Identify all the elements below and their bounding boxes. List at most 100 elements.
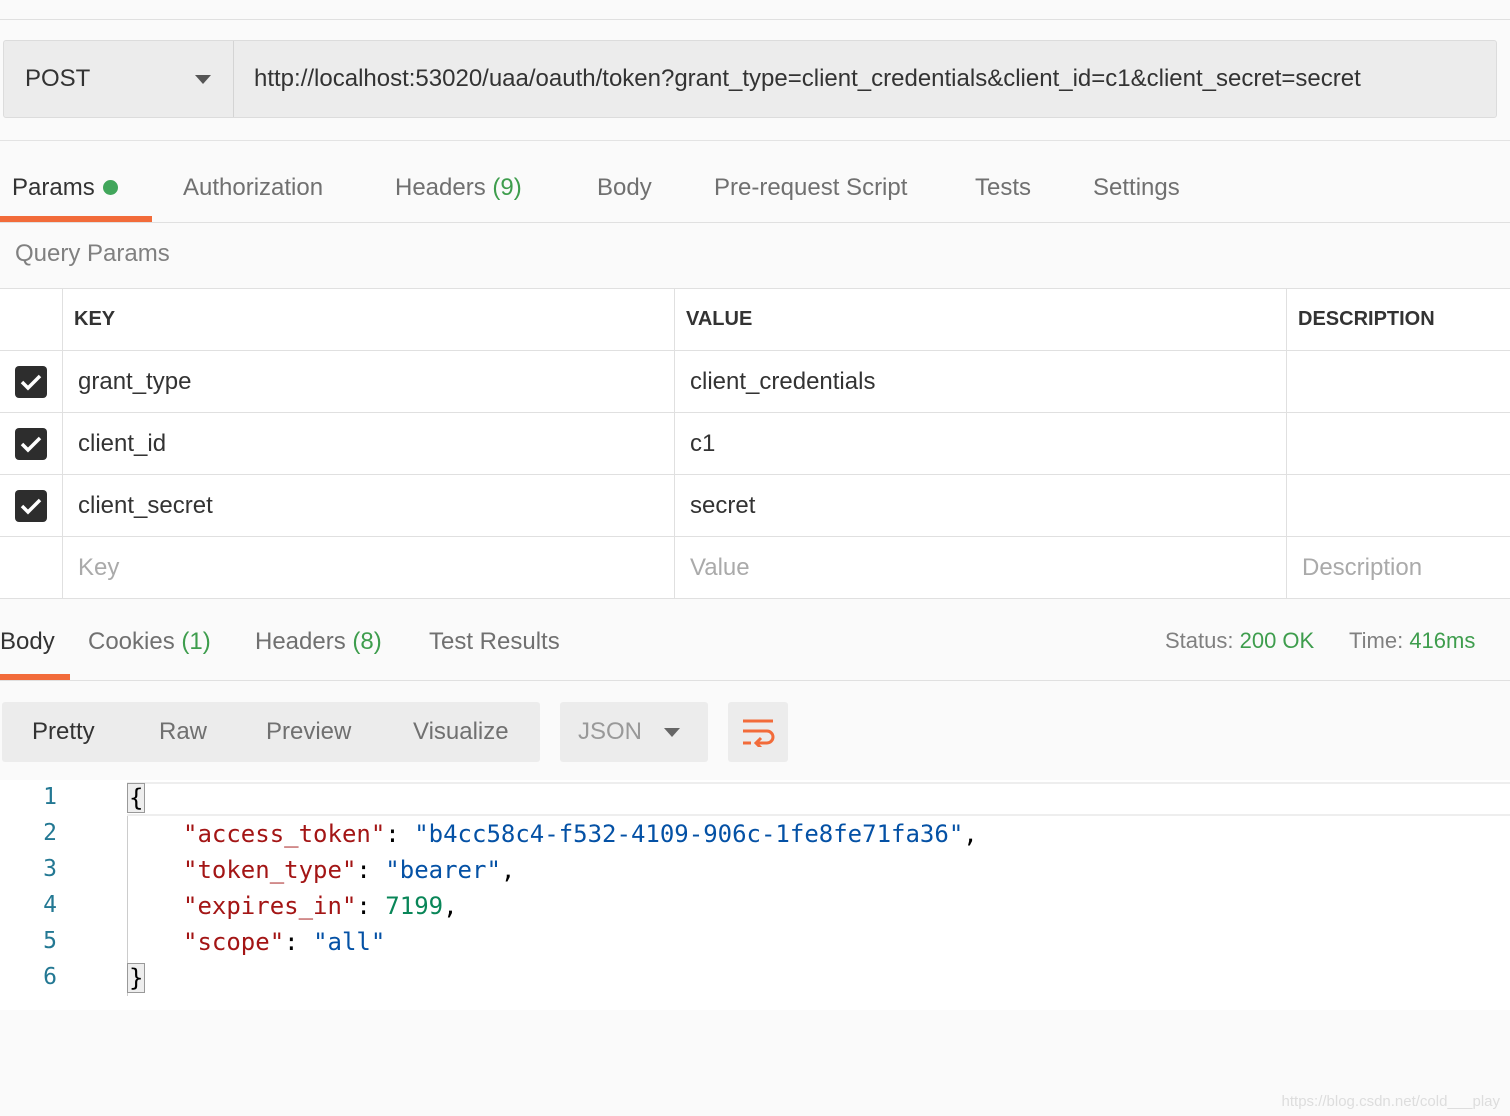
- param-value[interactable]: c1: [675, 413, 1287, 474]
- tab-prerequest-script[interactable]: Pre-request Script: [714, 160, 907, 216]
- param-key[interactable]: grant_type: [63, 351, 675, 412]
- json-comma: ,: [500, 856, 516, 884]
- tab-settings[interactable]: Settings: [1093, 160, 1180, 216]
- tab-params-label: Params: [12, 174, 95, 201]
- tab-cookies-label: Cookies: [88, 628, 175, 655]
- wrap-lines-icon: [743, 719, 775, 747]
- status-label: Status:: [1165, 628, 1234, 653]
- current-line-highlight: [127, 782, 1510, 816]
- param-description[interactable]: [1287, 475, 1510, 536]
- param-description[interactable]: [1287, 351, 1510, 412]
- code-line: "access_token": "b4cc58c4-f532-4109-906c…: [183, 820, 978, 848]
- active-tab-underline: [0, 674, 70, 680]
- wrap-lines-button[interactable]: [728, 702, 788, 762]
- format-label: JSON: [578, 718, 643, 745]
- code-line: }: [127, 963, 146, 993]
- chevron-down-icon: [664, 728, 680, 737]
- active-indicator-icon: [102, 179, 118, 195]
- tab-params[interactable]: Params: [12, 160, 118, 216]
- table-header-row: KEY VALUE DESCRIPTION: [0, 289, 1510, 351]
- view-preview-button[interactable]: Preview: [266, 702, 351, 762]
- tab-authorization[interactable]: Authorization: [183, 160, 323, 216]
- json-value: "bearer": [385, 856, 501, 884]
- new-description-input[interactable]: Description: [1287, 537, 1510, 598]
- checkmark-icon: [20, 374, 42, 390]
- url-input[interactable]: http://localhost:53020/uaa/oauth/token?g…: [234, 41, 1496, 117]
- status-value: 200 OK: [1239, 628, 1315, 653]
- json-value: "all": [313, 928, 386, 956]
- json-comma: ,: [443, 892, 458, 920]
- response-body-editor[interactable]: 1 2 3 4 5 6 { "access_token": "b4cc58c4-…: [0, 780, 1510, 1010]
- tab-response-headers[interactable]: Headers (8): [255, 628, 382, 656]
- top-bar: [0, 0, 1510, 20]
- tab-cookies[interactable]: Cookies (1): [88, 628, 211, 656]
- header-checkbox-cell: [0, 289, 63, 350]
- tab-cookies-count: (1): [181, 628, 211, 655]
- tab-response-body[interactable]: Body: [0, 628, 55, 656]
- table-row: client_secret secret: [0, 475, 1510, 537]
- header-description: DESCRIPTION: [1298, 308, 1435, 330]
- header-key: KEY: [63, 289, 675, 350]
- format-select[interactable]: JSON: [560, 702, 708, 762]
- time-readout: Time: 416ms: [1349, 628, 1475, 654]
- table-row: client_id c1: [0, 413, 1510, 475]
- method-label: POST: [25, 65, 91, 92]
- request-tabs: Params Authorization Headers (9) Body Pr…: [0, 160, 1510, 223]
- tab-headers-count: (9): [492, 174, 522, 201]
- row-checkbox[interactable]: [15, 365, 47, 398]
- code-line: "expires_in": 7199,: [183, 892, 458, 920]
- tab-headers[interactable]: Headers (9): [395, 160, 522, 216]
- view-pretty-button[interactable]: Pretty: [32, 702, 95, 762]
- new-key-input[interactable]: Key: [63, 537, 675, 598]
- param-description[interactable]: [1287, 413, 1510, 474]
- view-raw-button[interactable]: Raw: [159, 702, 207, 762]
- view-visualize-button[interactable]: Visualize: [413, 702, 509, 762]
- new-value-input[interactable]: Value: [675, 537, 1287, 598]
- code-line: "token_type": "bearer",: [183, 856, 516, 884]
- tab-response-headers-count: (8): [352, 628, 382, 655]
- params-table: KEY VALUE DESCRIPTION grant_type client_…: [0, 288, 1510, 599]
- tab-headers-label: Headers: [395, 174, 486, 201]
- method-select[interactable]: POST: [4, 41, 234, 117]
- checkbox-cell: [0, 351, 63, 412]
- line-number: 1: [43, 784, 57, 810]
- param-value[interactable]: secret: [675, 475, 1287, 536]
- header-value: VALUE: [675, 289, 1287, 350]
- param-key[interactable]: client_id: [63, 413, 675, 474]
- checkbox-cell: [0, 475, 63, 536]
- active-tab-underline: [0, 216, 152, 222]
- row-checkbox[interactable]: [15, 427, 47, 460]
- chevron-down-icon: [195, 74, 211, 84]
- param-key[interactable]: client_secret: [63, 475, 675, 536]
- checkbox-cell: [0, 537, 63, 598]
- checkmark-icon: [20, 498, 42, 514]
- checkmark-icon: [20, 436, 42, 452]
- open-brace: {: [127, 783, 146, 813]
- close-brace: }: [127, 963, 146, 993]
- line-number: 3: [43, 856, 57, 882]
- json-key: "scope": [183, 928, 285, 956]
- json-value: "b4cc58c4-f532-4109-906c-1fe8fe71fa36": [414, 820, 964, 848]
- json-value: 7199: [385, 892, 444, 920]
- response-tabs: Body Cookies (1) Headers (8) Test Result…: [0, 600, 1510, 681]
- time-label: Time:: [1349, 628, 1404, 653]
- new-param-row: Key Value Description: [0, 537, 1510, 599]
- watermark: https://blog.csdn.net/cold___play: [1281, 1093, 1500, 1110]
- tab-body[interactable]: Body: [597, 160, 652, 216]
- checkbox-cell: [0, 413, 63, 474]
- view-mode-group: Pretty Raw Preview Visualize: [2, 702, 540, 762]
- row-checkbox[interactable]: [15, 489, 47, 522]
- param-value[interactable]: client_credentials: [675, 351, 1287, 412]
- json-comma: ,: [963, 820, 978, 848]
- line-number: 2: [43, 820, 57, 846]
- line-number: 5: [43, 928, 57, 954]
- tab-tests[interactable]: Tests: [975, 160, 1031, 216]
- table-row: grant_type client_credentials: [0, 351, 1510, 413]
- tab-response-headers-label: Headers: [255, 628, 346, 655]
- code-line: "scope": "all": [183, 928, 386, 956]
- request-bar: POST http://localhost:53020/uaa/oauth/to…: [3, 40, 1497, 118]
- divider: [0, 140, 1510, 141]
- tab-test-results[interactable]: Test Results: [429, 628, 560, 656]
- json-key: "expires_in": [183, 892, 357, 920]
- time-value: 416ms: [1409, 628, 1476, 653]
